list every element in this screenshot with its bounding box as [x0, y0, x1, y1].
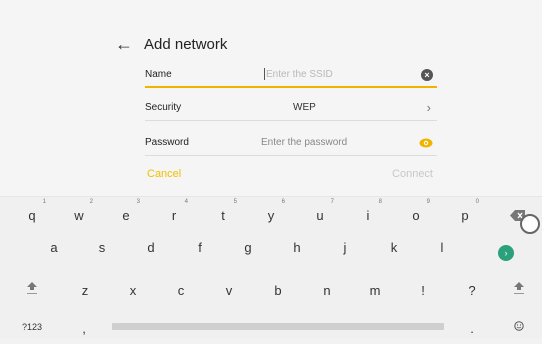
- key-r[interactable]: r4: [154, 199, 194, 231]
- name-field[interactable]: Name Enter the SSID ×: [145, 64, 437, 88]
- key-e[interactable]: e3: [106, 199, 146, 231]
- key-g[interactable]: g: [228, 233, 268, 263]
- password-underline: [145, 155, 437, 156]
- period-key[interactable]: .: [452, 314, 492, 344]
- key-i[interactable]: i8: [348, 199, 388, 231]
- chevron-right-icon[interactable]: ›: [427, 100, 431, 115]
- key-o[interactable]: o9: [396, 199, 436, 231]
- key-q[interactable]: q1: [12, 199, 52, 231]
- key-b[interactable]: b: [258, 276, 298, 306]
- key-m[interactable]: m: [355, 276, 395, 306]
- key-l[interactable]: l: [422, 233, 462, 263]
- key-c[interactable]: c: [161, 276, 201, 306]
- show-password-eye-icon[interactable]: [419, 138, 433, 148]
- name-input[interactable]: Enter the SSID: [266, 69, 333, 80]
- key-n[interactable]: n: [307, 276, 347, 306]
- soft-keyboard: q1 w2 e3 r4 t5 y6 u7 i8 o9 p0 a s d f g …: [0, 196, 542, 339]
- name-label: Name: [145, 69, 172, 80]
- back-arrow-icon[interactable]: ←: [114, 34, 134, 54]
- touch-indicator: [520, 214, 540, 234]
- enter-icon[interactable]: ›: [498, 245, 514, 261]
- key-u[interactable]: u7: [300, 199, 340, 231]
- key-w[interactable]: w2: [59, 199, 99, 231]
- key-question[interactable]: ?: [452, 276, 492, 306]
- key-d[interactable]: d: [131, 233, 171, 263]
- emoji-icon[interactable]: [514, 321, 524, 331]
- security-underline: [145, 120, 437, 121]
- network-dialog: ← Add network Name Enter the SSID × Secu…: [0, 0, 542, 196]
- key-s[interactable]: s: [82, 233, 122, 263]
- shift-icon[interactable]: [26, 281, 38, 295]
- key-j[interactable]: j: [325, 233, 365, 263]
- key-z[interactable]: z: [65, 276, 105, 306]
- shift-icon[interactable]: [513, 281, 525, 295]
- key-y[interactable]: y6: [251, 199, 291, 231]
- password-label: Password: [145, 137, 189, 148]
- page-title: Add network: [144, 36, 228, 53]
- text-cursor: [264, 68, 265, 80]
- key-exclamation[interactable]: !: [403, 276, 443, 306]
- password-input[interactable]: Enter the password: [261, 137, 347, 148]
- key-x[interactable]: x: [113, 276, 153, 306]
- comma-key[interactable]: ,: [64, 314, 104, 344]
- password-field[interactable]: Password Enter the password: [145, 132, 437, 156]
- dialog-actions: Cancel Connect: [145, 168, 437, 184]
- key-v[interactable]: v: [209, 276, 249, 306]
- security-label: Security: [145, 102, 182, 113]
- name-underline: [145, 86, 437, 88]
- space-bar[interactable]: [112, 323, 444, 330]
- key-p[interactable]: p0: [445, 199, 485, 231]
- security-value[interactable]: WEP: [293, 102, 316, 113]
- key-h[interactable]: h: [277, 233, 317, 263]
- key-k[interactable]: k: [374, 233, 414, 263]
- key-t[interactable]: t5: [203, 199, 243, 231]
- cancel-button[interactable]: Cancel: [147, 168, 181, 180]
- connect-button[interactable]: Connect: [392, 168, 433, 180]
- key-f[interactable]: f: [180, 233, 220, 263]
- key-a[interactable]: a: [34, 233, 74, 263]
- security-field[interactable]: Security WEP ›: [145, 97, 437, 121]
- clear-icon[interactable]: ×: [421, 69, 433, 81]
